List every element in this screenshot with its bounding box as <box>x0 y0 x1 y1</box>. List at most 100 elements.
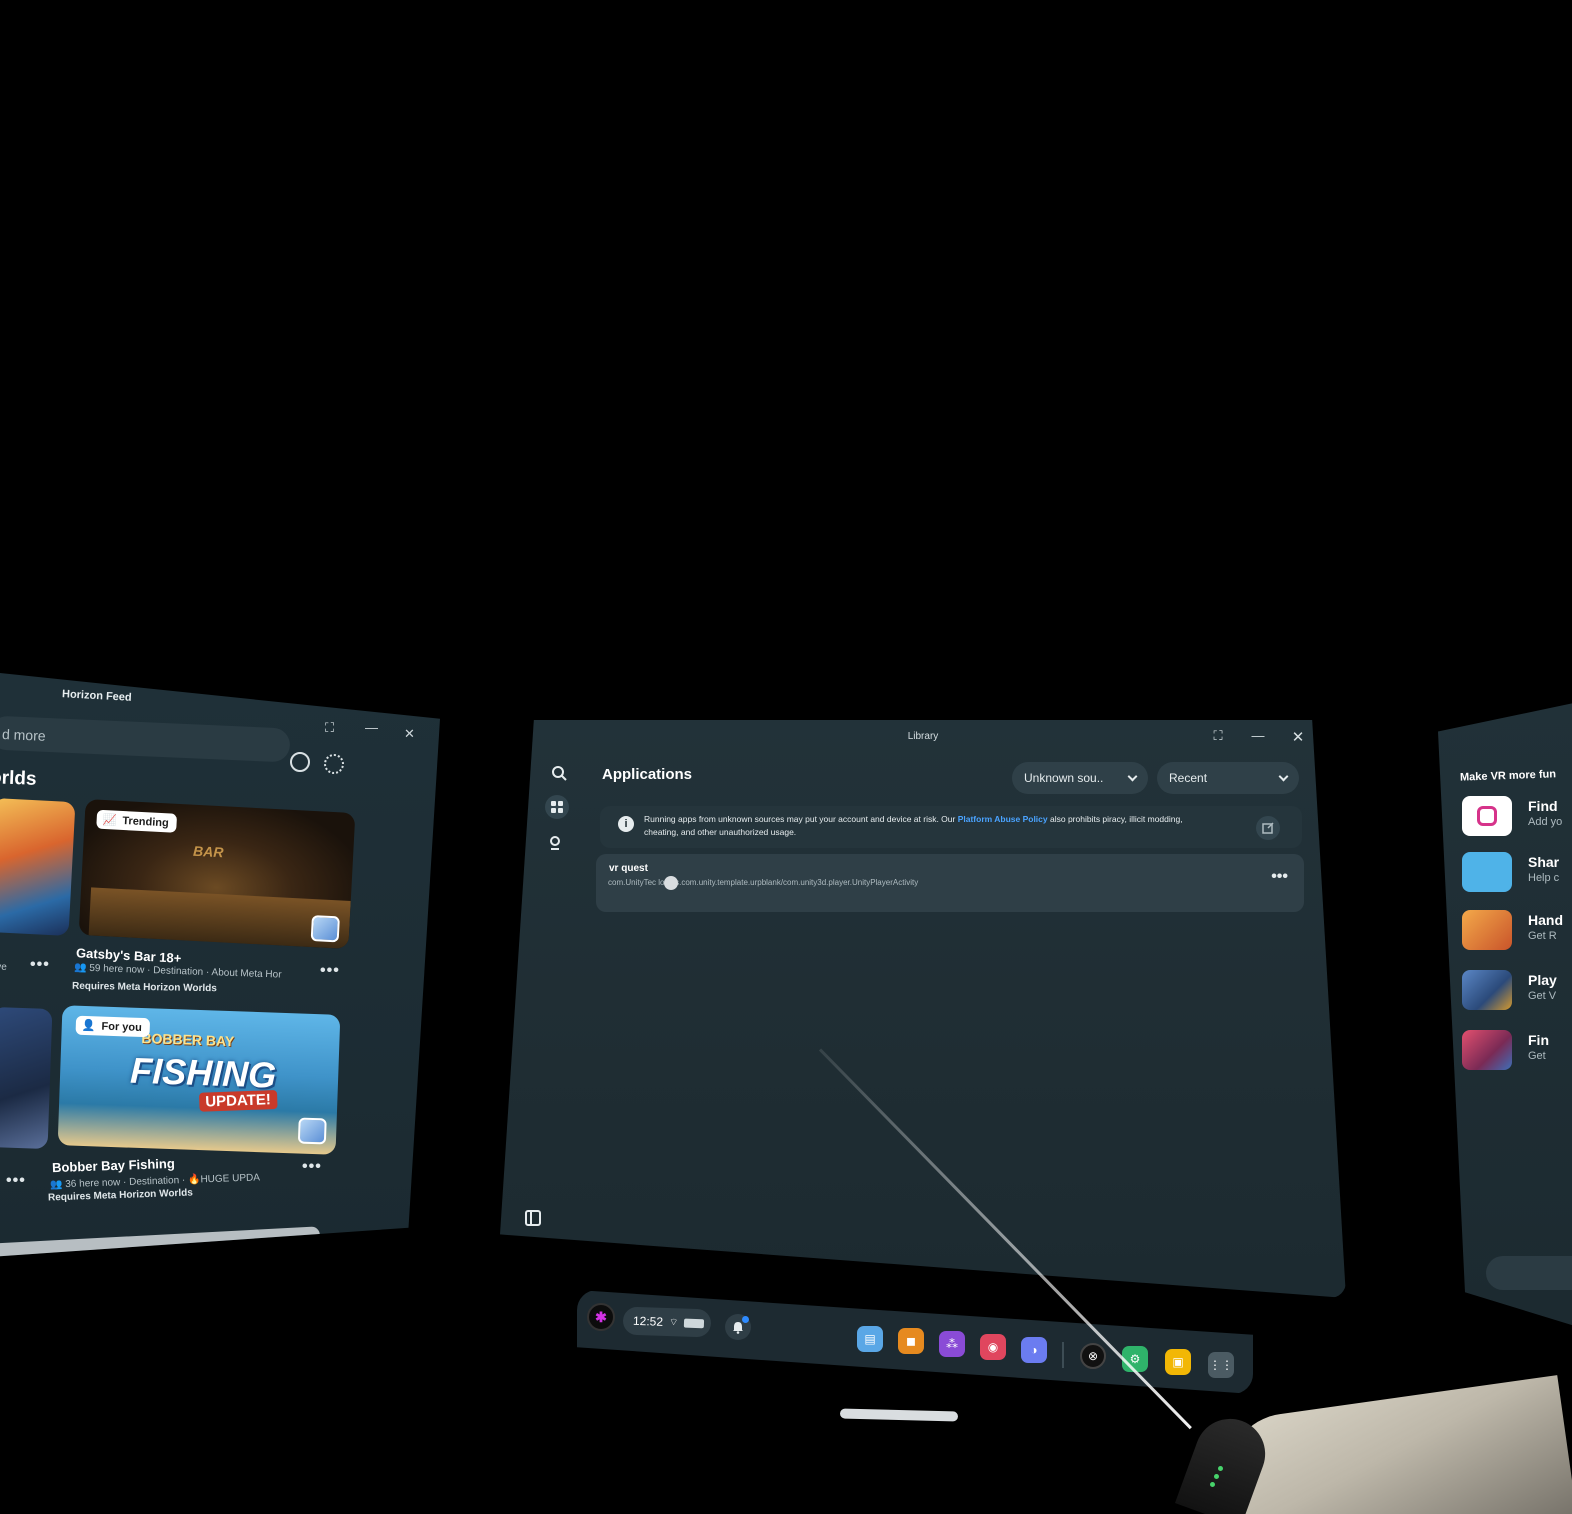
notification-dot <box>742 1316 749 1323</box>
horizon-app-icon[interactable]: ◑ <box>1021 1337 1047 1363</box>
more-options-button[interactable]: ••• <box>1271 868 1288 886</box>
divider <box>1062 1342 1064 1368</box>
fishing-title: FISHING <box>129 1049 277 1096</box>
world-thumbnail[interactable] <box>0 1006 53 1150</box>
suggestion-title: Shar <box>1528 854 1560 870</box>
gear-icon[interactable] <box>324 754 344 774</box>
controller-led <box>1210 1482 1215 1487</box>
camera-app-icon[interactable]: ◉ <box>980 1334 1006 1360</box>
external-link-icon[interactable] <box>1256 816 1280 840</box>
world-logo <box>310 915 340 943</box>
suggestion-subtitle: Add yo <box>1528 816 1563 828</box>
location-icon[interactable] <box>543 831 567 855</box>
world-thumbnail[interactable]: BAR 📈 Trending <box>78 799 356 949</box>
controller <box>1175 1375 1572 1514</box>
source-filter-value: Unknown sou.. <box>1024 771 1104 785</box>
world-thumbnail[interactable]: BOBBER BAY FISHING UPDATE! 👤 For you <box>57 1005 341 1155</box>
person-icon: 👤 <box>81 1019 96 1033</box>
battery-icon <box>684 1318 705 1328</box>
instagram-icon <box>1462 796 1512 836</box>
more-options-button[interactable]: ••• <box>6 1172 26 1190</box>
suggestion-title: Play <box>1528 972 1557 988</box>
card-meta: ive <box>0 962 7 973</box>
close-icon[interactable]: ✕ <box>1288 728 1308 746</box>
game-thumbnail <box>1462 910 1512 950</box>
grid-apps-icon[interactable] <box>545 795 569 819</box>
meta-app-icon[interactable]: ⊗ <box>1080 1343 1106 1369</box>
fullscreen-icon[interactable]: ⛶ <box>325 720 334 736</box>
warning-banner: i Running apps from unknown sources may … <box>600 806 1302 848</box>
suggestion-subtitle: Help c <box>1528 872 1560 884</box>
fullscreen-icon[interactable]: ⛶ <box>1208 728 1228 744</box>
suggestion-subtitle: Get R <box>1528 930 1557 942</box>
home-indicator <box>839 1408 959 1422</box>
suggestion-item[interactable]: Play Get V <box>1462 970 1572 1014</box>
trending-icon: 📈 <box>102 813 117 827</box>
shop-app-icon[interactable]: ◼ <box>898 1328 924 1354</box>
avatar[interactable]: ✱ <box>587 1303 615 1331</box>
search-icon[interactable] <box>547 761 571 785</box>
source-filter-dropdown[interactable]: Unknown sou.. <box>1012 762 1148 794</box>
suggestion-subtitle: Get <box>1528 1050 1546 1062</box>
scrollbar[interactable] <box>0 1226 321 1257</box>
world-logo <box>297 1117 327 1145</box>
world-thumbnail[interactable] <box>0 797 76 937</box>
controller-led <box>1218 1466 1223 1471</box>
fishing-subtitle: BOBBER BAY <box>141 1029 235 1050</box>
all-apps-icon[interactable]: ⋮⋮ <box>1208 1352 1234 1378</box>
app-list-item[interactable]: vr quest com.UnityTec logies.com.unity.t… <box>596 854 1304 912</box>
notifications-button[interactable] <box>725 1314 751 1340</box>
platform-abuse-policy-link[interactable]: Platform Abuse Policy <box>958 814 1048 824</box>
universal-menu-bar: ✱ 12:52 ⌔ ▤ ◼ ⁂ ◉ ◑ ⊗ ⚙ ▣ ⋮⋮ <box>577 1290 1253 1394</box>
minimize-icon[interactable]: — <box>1248 728 1268 743</box>
warning-text-part: Running apps from unknown sources may pu… <box>644 814 958 824</box>
search-placeholder: d more <box>1 725 46 744</box>
suggestion-subtitle: Get V <box>1528 990 1557 1002</box>
page-title: Applications <box>602 766 693 783</box>
quick-settings-status[interactable]: 12:52 ⌔ <box>622 1306 712 1338</box>
sort-dropdown[interactable]: Recent <box>1157 762 1299 794</box>
people-app-icon[interactable]: ⁂ <box>939 1331 965 1357</box>
warning-text: Running apps from unknown sources may pu… <box>644 813 1214 839</box>
suggestion-title: Hand <box>1528 912 1563 928</box>
panel-button[interactable] <box>1486 1256 1572 1290</box>
panel-heading: Make VR more fun <box>1459 768 1557 784</box>
badge-label: For you <box>101 1020 143 1034</box>
suggestion-item[interactable]: Fin Get <box>1462 1030 1572 1074</box>
search-input[interactable]: d more <box>0 715 291 763</box>
horizon-feed-title: Horizon Feed <box>61 688 132 704</box>
sidebar-toggle-icon[interactable] <box>525 1210 541 1226</box>
sort-value: Recent <box>1169 771 1208 785</box>
trending-badge: 📈 Trending <box>96 809 178 833</box>
app-package: com.UnityTec logies.com.unity.template.u… <box>608 878 919 887</box>
update-label: UPDATE! <box>198 1090 278 1112</box>
for-you-badge: 👤 For you <box>75 1015 151 1038</box>
suggestion-title: Fin <box>1528 1032 1549 1048</box>
pointer-cursor <box>664 876 678 890</box>
chevron-down-icon <box>1127 771 1138 781</box>
filter-icon[interactable] <box>290 752 310 772</box>
card-meta-text: 36 here now · Destination · 🔥HUGE UPDA <box>65 1172 261 1191</box>
card-requirement: Requires Meta Horizon Worlds <box>71 980 217 995</box>
suggestion-item[interactable]: Find Add yo <box>1462 796 1572 840</box>
app-name: vr quest <box>609 863 648 874</box>
info-icon: i <box>618 816 634 832</box>
more-options-button[interactable]: ••• <box>302 1158 322 1176</box>
suggestion-item[interactable]: Hand Get R <box>1462 910 1572 954</box>
game-thumbnail <box>1462 1030 1512 1070</box>
horizon-feed-panel: Horizon Feed ⛶ — ✕ d more orlds ive ••• … <box>0 672 440 1257</box>
store-app-icon[interactable]: ▤ <box>857 1326 883 1352</box>
card-title[interactable]: Bobber Bay Fishing <box>52 1156 175 1175</box>
minimize-icon[interactable]: — <box>365 720 378 735</box>
controller-led <box>1214 1474 1219 1479</box>
badge-label: Trending <box>122 814 170 829</box>
people-icon: 👥 <box>49 1179 66 1191</box>
more-options-button[interactable]: ••• <box>30 956 50 974</box>
files-app-icon[interactable]: ▣ <box>1165 1349 1191 1375</box>
chevron-down-icon <box>1278 771 1289 781</box>
suggestion-item[interactable]: Shar Help c <box>1462 852 1572 896</box>
wifi-icon: ⌔ <box>668 1316 679 1328</box>
close-icon[interactable]: ✕ <box>404 726 415 742</box>
more-options-button[interactable]: ••• <box>320 962 340 980</box>
section-heading: orlds <box>0 767 37 790</box>
